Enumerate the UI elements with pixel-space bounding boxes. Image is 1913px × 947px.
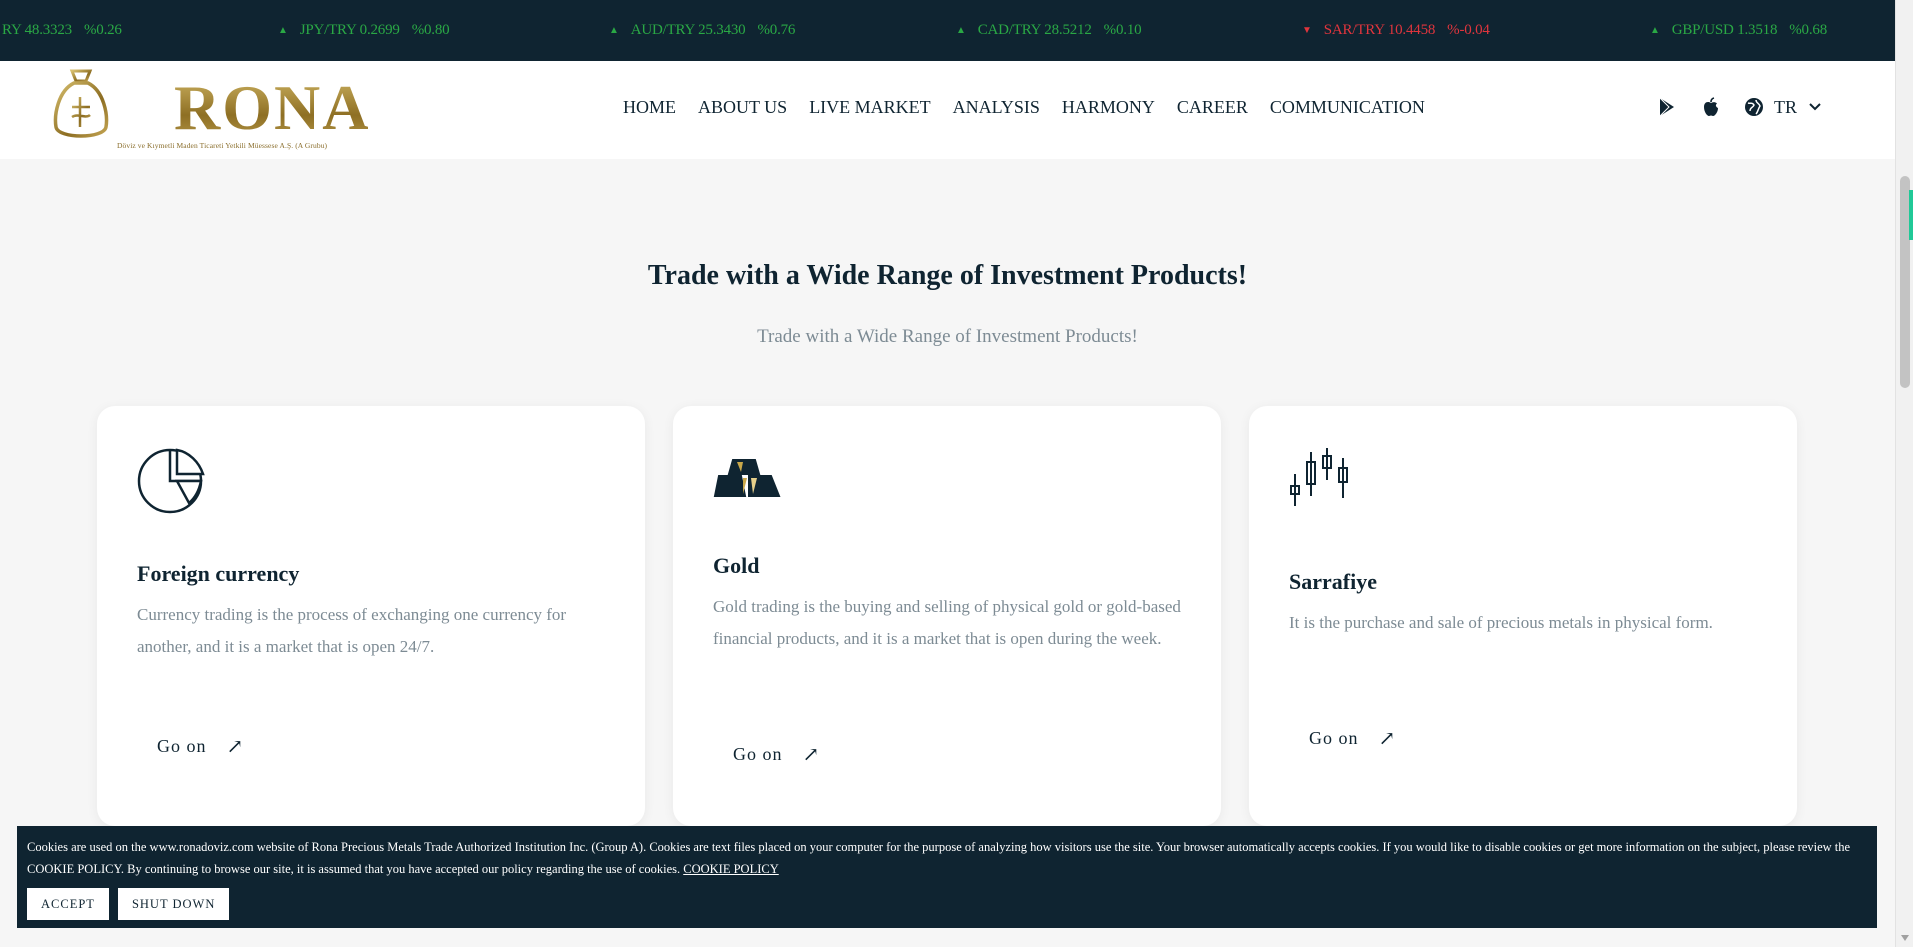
up-arrow-icon: ▲ xyxy=(1650,25,1660,36)
google-play-icon[interactable] xyxy=(1656,96,1678,118)
ticker-pair: GBP/USD 1.3518 xyxy=(1671,22,1778,38)
ticker-pair: JPY/TRY 0.2699 xyxy=(299,22,400,38)
cookie-policy-link[interactable]: COOKIE POLICY xyxy=(683,862,778,876)
main-nav: HOME ABOUT US LIVE MARKET ANALYSIS HARMO… xyxy=(623,97,1447,118)
ticker-item: ▲ AUD/TRY 25.3430 %0.76 xyxy=(609,22,795,39)
language-code: TR xyxy=(1774,96,1798,117)
go-on-label: Go on xyxy=(733,744,783,764)
go-on-label: Go on xyxy=(1309,728,1359,748)
nav-harmony[interactable]: HARMONY xyxy=(1062,97,1155,118)
ticker-pct: %0.68 xyxy=(1789,22,1828,38)
ticker-pct: %0.26 xyxy=(83,22,122,38)
down-arrow-icon: ▼ xyxy=(1302,25,1312,36)
nav-career[interactable]: CAREER xyxy=(1177,97,1248,118)
up-arrow-icon: ▲ xyxy=(609,25,619,36)
go-on-link[interactable]: Go on ↗ xyxy=(733,742,820,767)
product-card-sarrafiye: Sarrafiye It is the purchase and sale of… xyxy=(1249,406,1797,826)
ticker-pct: %-0.04 xyxy=(1447,22,1490,38)
price-ticker: RY 48.3323 %0.26 ▲ JPY/TRY 0.2699 %0.80 … xyxy=(0,0,1895,61)
apple-icon[interactable] xyxy=(1700,96,1722,118)
ticker-pct: %0.80 xyxy=(411,22,450,38)
card-description: Gold trading is the buying and selling o… xyxy=(713,597,1181,648)
page-scrollbar[interactable] xyxy=(1895,0,1913,947)
money-bag-icon xyxy=(53,69,109,138)
go-on-label: Go on xyxy=(157,736,207,756)
scrollbar-marker xyxy=(1909,190,1913,240)
nav-home[interactable]: HOME xyxy=(623,97,676,118)
go-on-link[interactable]: Go on ↗ xyxy=(1309,726,1396,751)
card-description: It is the purchase and sale of precious … xyxy=(1289,613,1713,632)
nav-analysis[interactable]: ANALYSIS xyxy=(953,97,1040,118)
up-arrow-icon: ▲ xyxy=(956,25,966,36)
cookie-buttons: ACCEPT SHUT DOWN xyxy=(27,888,238,920)
ticker-pair: CAD/TRY 28.5212 xyxy=(977,22,1092,38)
card-title: Sarrafiye xyxy=(1289,569,1377,594)
card-description: Currency trading is the process of excha… xyxy=(137,605,567,656)
up-arrow-icon: ▲ xyxy=(278,25,288,36)
ticker-item: ▼ SAR/TRY 10.4458 %-0.04 xyxy=(1302,22,1490,39)
nav-live-market[interactable]: LIVE MARKET xyxy=(809,97,930,118)
scroll-down-arrow-icon[interactable] xyxy=(1901,935,1909,941)
logo-wordmark: RONA xyxy=(174,72,371,143)
ticker-pct: %0.76 xyxy=(757,22,796,38)
card-title: Gold xyxy=(713,553,760,578)
shut-down-button[interactable]: SHUT DOWN xyxy=(117,888,230,920)
arrow-up-right-icon: ↗ xyxy=(802,744,821,766)
section-subtitle: Trade with a Wide Range of Investment Pr… xyxy=(757,326,1138,347)
ticker-pair: SAR/TRY 10.4458 xyxy=(1323,22,1436,38)
product-card-gold: Gold Gold trading is the buying and sell… xyxy=(673,406,1221,826)
ticker-pair: AUD/TRY 25.3430 xyxy=(630,22,746,38)
gold-bars-icon xyxy=(713,459,781,497)
site-header: RONA Döviz ve Kıymetli Maden Ticareti Ye… xyxy=(0,61,1895,159)
go-on-link[interactable]: Go on ↗ xyxy=(157,734,244,759)
cookie-text-block: Cookies are used on the www.ronadoviz.co… xyxy=(27,836,1867,880)
ticker-item: RY 48.3323 %0.26 xyxy=(2,22,122,39)
ticker-pair: RY 48.3323 xyxy=(2,22,72,38)
product-card-foreign-currency: Foreign currency Currency trading is the… xyxy=(97,406,645,826)
header-actions: TR xyxy=(1656,96,1821,118)
nav-about-us[interactable]: ABOUT US xyxy=(698,97,787,118)
arrow-up-right-icon: ↗ xyxy=(226,736,245,758)
section-title: Trade with a Wide Range of Investment Pr… xyxy=(647,260,1248,291)
candlestick-icon xyxy=(1290,448,1348,506)
cookie-message: Cookies are used on the www.ronadoviz.co… xyxy=(27,840,1851,876)
rona-logo[interactable]: RONA Döviz ve Kıymetli Maden Ticareti Ye… xyxy=(52,67,368,153)
ticker-item: ▲ CAD/TRY 28.5212 %0.10 xyxy=(956,22,1142,39)
nav-communication[interactable]: COMMUNICATION xyxy=(1270,97,1425,118)
logo-subtitle: Döviz ve Kıymetli Maden Ticareti Yetkili… xyxy=(117,141,328,150)
ticker-item: ▲ GBP/USD 1.3518 %0.68 xyxy=(1650,22,1827,39)
pie-chart-icon xyxy=(137,448,205,514)
accept-button[interactable]: ACCEPT xyxy=(27,888,109,920)
ticker-item: ▲ JPY/TRY 0.2699 %0.80 xyxy=(278,22,450,39)
ticker-pct: %0.10 xyxy=(1103,22,1142,38)
cookie-banner: Cookies are used on the www.ronadoviz.co… xyxy=(17,826,1877,928)
globe-icon xyxy=(1745,98,1763,116)
arrow-up-right-icon: ↗ xyxy=(1378,728,1397,750)
language-selector[interactable]: TR xyxy=(1744,97,1821,118)
card-title: Foreign currency xyxy=(137,561,300,586)
chevron-down-icon xyxy=(1809,103,1821,111)
